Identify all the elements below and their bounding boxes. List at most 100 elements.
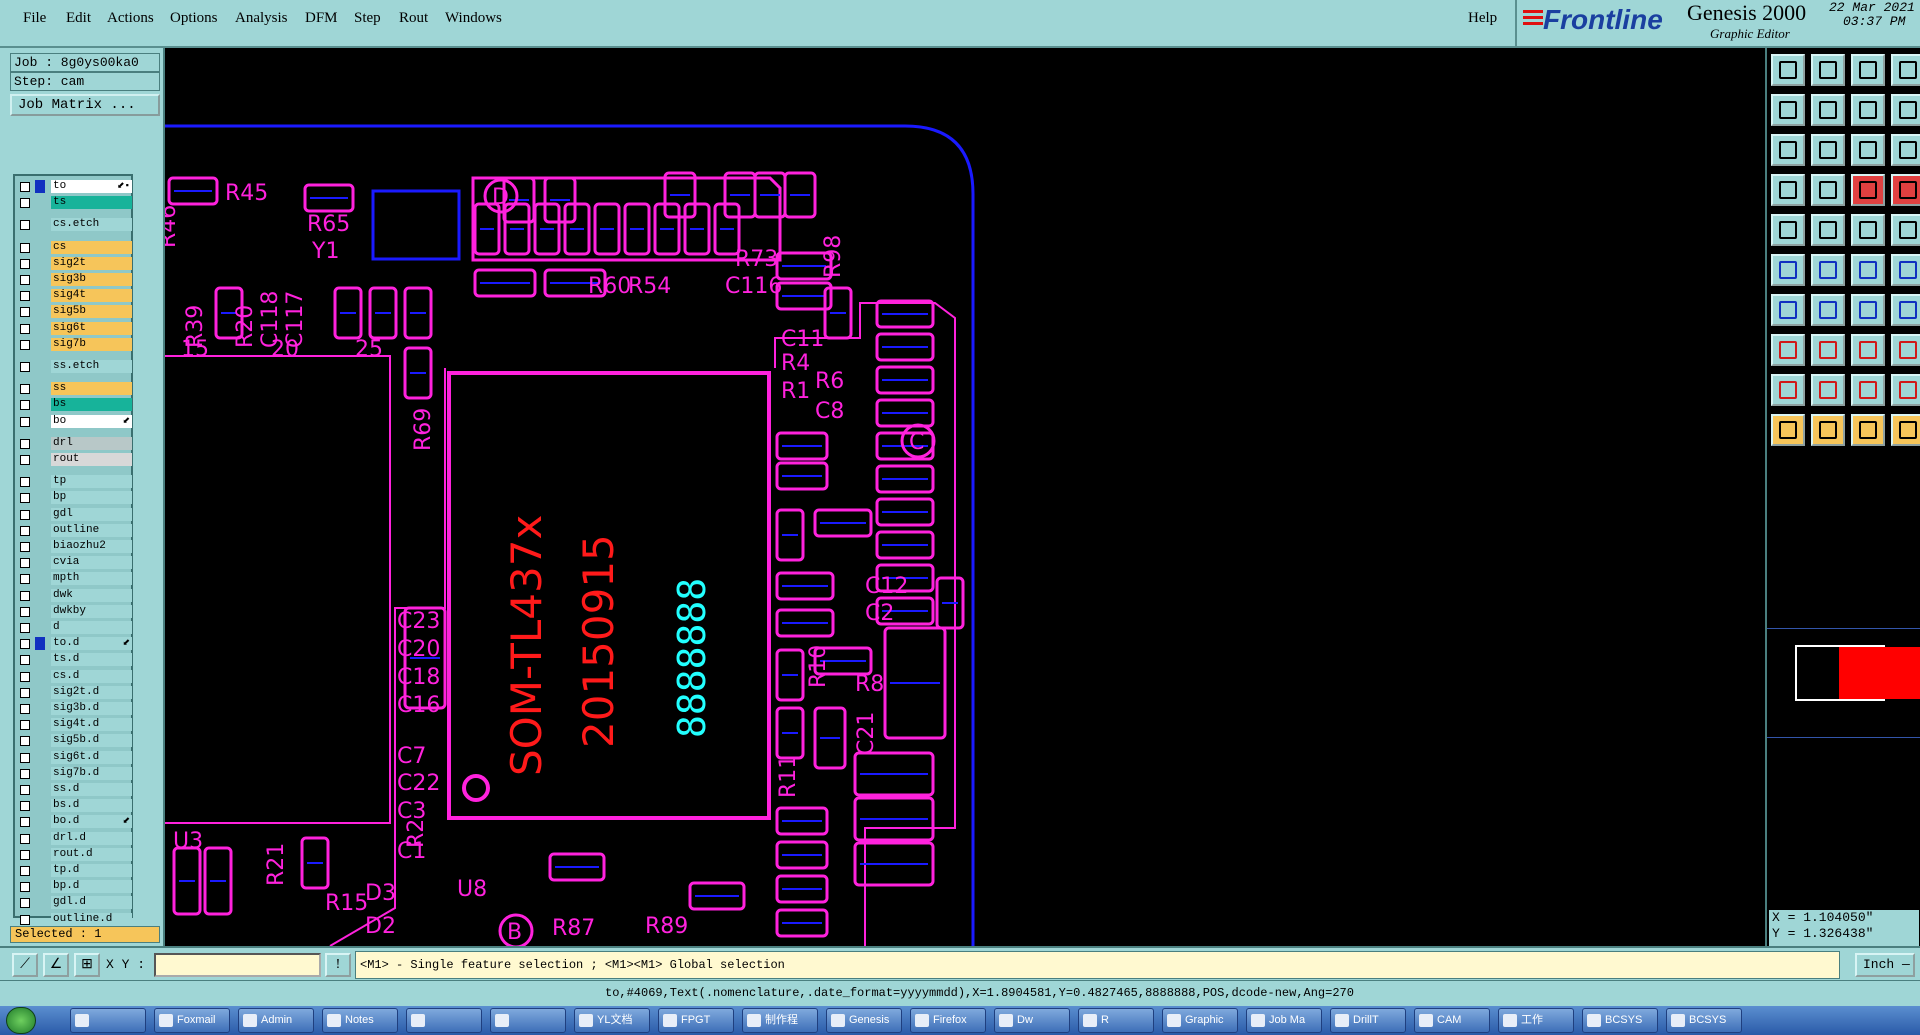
layer-name[interactable]: dwkby [51, 604, 132, 618]
angle-button[interactable]: ∠ [43, 953, 69, 977]
layer-checkbox[interactable] [20, 866, 30, 876]
layer-checkbox[interactable] [20, 416, 30, 427]
layer-checkbox[interactable] [20, 720, 30, 731]
refdes-label-c8[interactable]: C8 [815, 399, 844, 424]
layer-row-sig4t-d[interactable]: sig4t.d [17, 718, 132, 732]
menu-edit[interactable]: Edit [66, 10, 91, 27]
refdes-label-r1[interactable]: R1 [781, 379, 810, 404]
layer-color-box[interactable] [35, 751, 45, 764]
layer-row-sig2t[interactable]: sig2t [17, 256, 132, 271]
layer-name[interactable]: sig7b [51, 337, 132, 351]
layer-color-box[interactable] [35, 799, 45, 812]
layer-row-ss-etch[interactable]: ss.etch [17, 360, 132, 374]
layer-checkbox[interactable] [20, 801, 30, 812]
layer-up-tool-button[interactable] [1771, 54, 1805, 86]
snap-button[interactable]: ⟋ [12, 953, 38, 977]
refdes-label-r8[interactable]: R8 [855, 672, 884, 697]
layer-name[interactable]: tp.d [51, 864, 132, 877]
refdes-label-c12[interactable]: C12 [865, 574, 908, 599]
layer-checkbox[interactable] [20, 275, 30, 285]
refdes-label-r20[interactable]: R20 [233, 305, 258, 348]
job-matrix-button[interactable]: Job Matrix ... [10, 94, 160, 116]
refdes-label-r54[interactable]: R54 [628, 274, 671, 299]
taskbar-item[interactable] [490, 1008, 566, 1033]
layer-checkbox[interactable] [20, 785, 30, 795]
pad-tool-button[interactable] [1771, 214, 1805, 246]
refdes-label-r15[interactable]: R15 [325, 891, 368, 916]
layer-name[interactable]: rout [51, 453, 132, 466]
refdes-label-r89[interactable]: R89 [645, 914, 688, 939]
layer-name[interactable]: sig5b [51, 305, 132, 319]
layer-checkbox[interactable] [20, 671, 30, 682]
taskbar-item[interactable]: 制作程 [742, 1008, 818, 1033]
layer-color-box[interactable] [35, 415, 45, 428]
layer-name[interactable]: to.d ⬋ [51, 637, 132, 651]
layer-color-box[interactable] [35, 653, 45, 666]
marker-label[interactable]: D [492, 185, 509, 210]
layer-color-box[interactable] [35, 815, 45, 828]
layer-checkbox[interactable] [20, 525, 30, 536]
home-tool-button[interactable] [1851, 54, 1885, 86]
layer-color-box[interactable] [35, 338, 45, 351]
refdes-label-20[interactable]: 20 [271, 337, 299, 362]
layer-name[interactable]: ss.etch [51, 360, 132, 373]
select-poly-tool-button[interactable] [1851, 414, 1885, 446]
refdes-label-r45[interactable]: R45 [225, 181, 268, 206]
layer-checkbox[interactable] [20, 817, 30, 828]
fit-tool-button[interactable] [1771, 134, 1805, 166]
layer-name[interactable]: cs.d [51, 669, 132, 683]
layer-row-sig5b-d[interactable]: sig5b.d [17, 734, 132, 748]
layer-name[interactable]: biaozhu2 [51, 540, 132, 553]
line-style-tool-button[interactable] [1851, 214, 1885, 246]
taskbar-item[interactable]: BCSYS [1666, 1008, 1742, 1033]
layer-color-box[interactable] [35, 475, 45, 488]
layer-name[interactable]: ss [51, 382, 132, 396]
zoom-next-tool-button[interactable] [1811, 94, 1845, 126]
layer-color-box[interactable] [35, 589, 45, 602]
layer-color-box[interactable] [35, 734, 45, 747]
refdes-label-c16[interactable]: C16 [397, 693, 440, 718]
taskbar-item[interactable] [406, 1008, 482, 1033]
layer-color-box[interactable] [35, 670, 45, 683]
refdes-label-c7[interactable]: C7 [397, 744, 426, 769]
marker-label[interactable]: B [507, 920, 522, 945]
layer-checkbox[interactable] [20, 455, 30, 465]
refdes-label-r60[interactable]: R60 [588, 274, 631, 299]
layer-name[interactable]: gdl.d [51, 896, 132, 910]
layer-color-box[interactable] [35, 540, 45, 553]
taskbar-item[interactable]: Admin [238, 1008, 314, 1033]
taskbar-item[interactable]: 工作 [1498, 1008, 1574, 1033]
layer-checkbox[interactable] [20, 687, 30, 698]
layer-row-bo[interactable]: bo ⬋ [17, 414, 132, 429]
delta3-tool-button[interactable] [1851, 374, 1885, 406]
taskbar-item[interactable]: YL文档 [574, 1008, 650, 1033]
angle-tool-button[interactable] [1771, 294, 1805, 326]
layer-name[interactable]: sig2t.d [51, 685, 132, 699]
layer-checkbox[interactable] [20, 542, 30, 552]
layer-color-box[interactable] [35, 783, 45, 796]
refdes-label-r10[interactable]: R10 [806, 645, 831, 688]
layer-checkbox[interactable] [20, 639, 30, 650]
layer-color-box[interactable] [35, 864, 45, 877]
help-tool-button[interactable] [1891, 94, 1920, 126]
taskbar-item[interactable]: R [1078, 1008, 1154, 1033]
layer-color-box[interactable] [35, 273, 45, 286]
layer-row-ts-d[interactable]: ts.d [17, 653, 132, 667]
layer-row-sig6t-d[interactable]: sig6t.d [17, 750, 132, 765]
taskbar-item[interactable]: DrillT [1330, 1008, 1406, 1033]
layer-name[interactable]: sig6t.d [51, 750, 132, 764]
delta4-tool-button[interactable] [1891, 374, 1920, 406]
duplicate-tool-button[interactable] [1891, 334, 1920, 366]
layer-name[interactable]: dwk [51, 588, 132, 602]
measure-tool-button[interactable] [1771, 174, 1805, 206]
grid-tool-button[interactable] [1811, 174, 1845, 206]
menu-windows[interactable]: Windows [445, 10, 502, 27]
layer-name[interactable]: sig3b [51, 273, 132, 286]
delta2-tool-button[interactable] [1811, 374, 1845, 406]
menu-dfm[interactable]: DFM [305, 10, 338, 27]
one-to-one-tool-button[interactable] [1851, 134, 1885, 166]
refdes-label-y1[interactable]: Y1 [311, 239, 339, 264]
refdes-label-c2[interactable]: C2 [865, 601, 894, 626]
layer-row-gdl-d[interactable]: gdl.d [17, 896, 132, 910]
layer-checkbox[interactable] [20, 590, 30, 601]
